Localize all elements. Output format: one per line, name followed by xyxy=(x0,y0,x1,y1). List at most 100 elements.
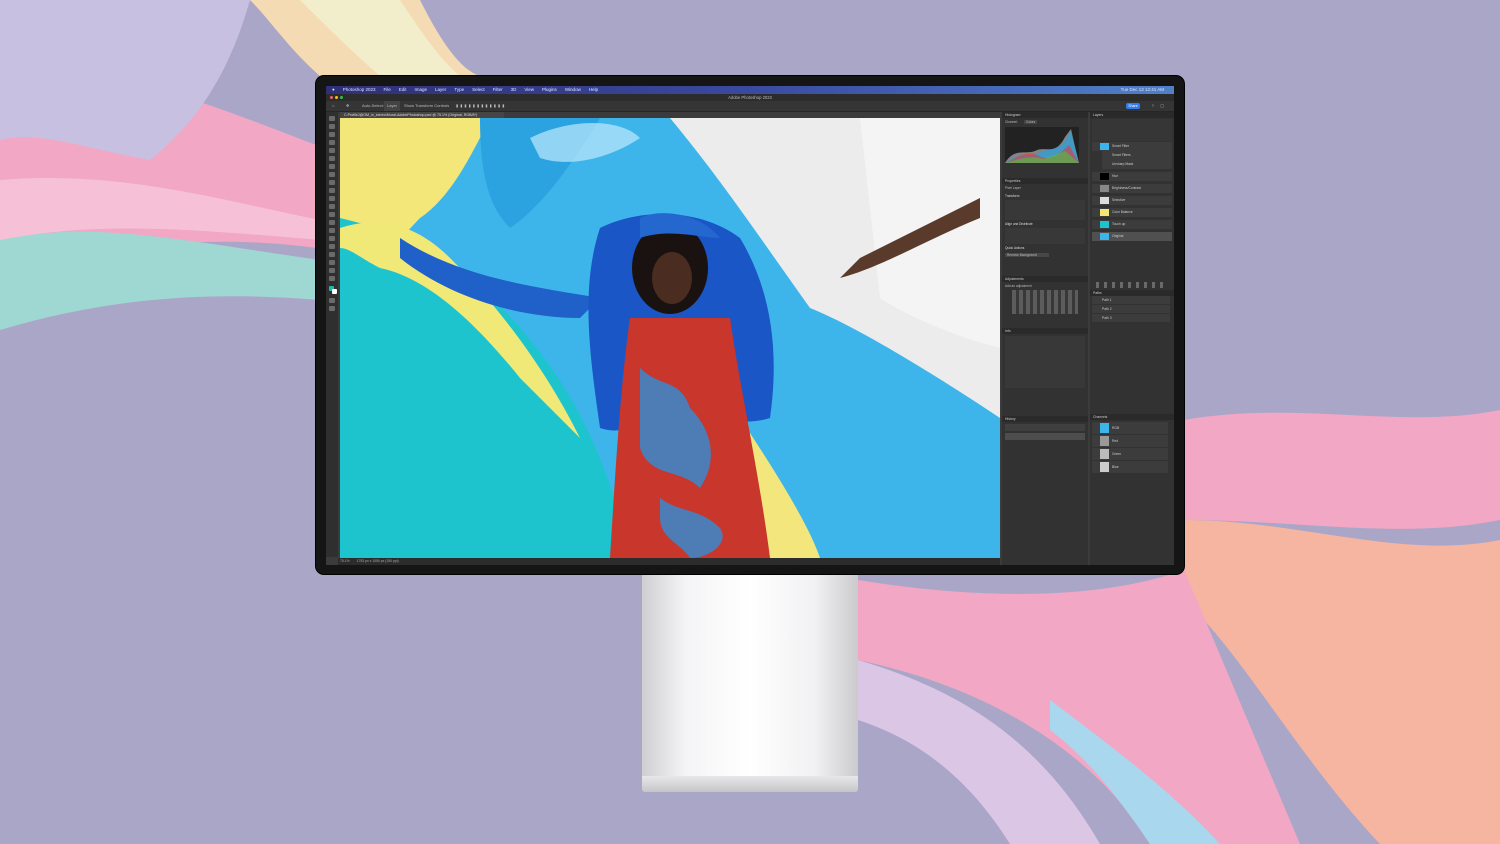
zoom-button[interactable] xyxy=(340,96,343,99)
status-bar: 75.1% 1753 px x 1050 px (150 ppi) xyxy=(338,558,1000,565)
layers-list: Smart Filter Smart Filters Unsharp Mask … xyxy=(1090,142,1174,242)
menu-plugins[interactable]: Plugins xyxy=(542,86,557,94)
blur-tool-icon[interactable] xyxy=(329,220,335,225)
channel-name: Green xyxy=(1112,452,1122,456)
path-name: Path 2 xyxy=(1102,307,1112,311)
auto-select-dropdown[interactable]: Layer xyxy=(384,101,401,111)
path-select-tool-icon[interactable] xyxy=(329,252,335,257)
align-icons[interactable]: ▮▮▮▮▮▮▮▮▮▮▮▮ xyxy=(456,101,506,111)
menu-filter[interactable]: Filter xyxy=(493,86,503,94)
zoom-level[interactable]: 75.1% xyxy=(340,559,350,563)
layer-row[interactable]: Hue xyxy=(1092,172,1172,181)
channel-name: Blue xyxy=(1112,465,1119,469)
menu-help[interactable]: Help xyxy=(589,86,598,94)
channel-row[interactable]: Red xyxy=(1092,435,1168,447)
menu-type[interactable]: Type xyxy=(454,86,464,94)
dodge-tool-icon[interactable] xyxy=(329,228,335,233)
transform-fields[interactable] xyxy=(1005,200,1085,220)
menu-edit[interactable]: Edit xyxy=(399,86,407,94)
quick-actions-section[interactable]: Quick Actions xyxy=(1002,244,1088,252)
channel-row[interactable]: Green xyxy=(1092,448,1168,460)
move-tool-icon[interactable] xyxy=(329,116,335,121)
layer-thumb xyxy=(1100,184,1109,192)
quick-select-tool-icon[interactable] xyxy=(329,140,335,145)
layer-thumb xyxy=(1100,172,1109,180)
layer-name: Color Balance xyxy=(1112,210,1133,214)
path-row[interactable]: Path 1 xyxy=(1092,296,1170,304)
adjustment-icons[interactable] xyxy=(1012,290,1078,314)
menu-app[interactable]: Photoshop 2023 xyxy=(343,86,376,94)
apple-icon[interactable]: ● xyxy=(332,86,335,94)
share-button[interactable]: Share xyxy=(1126,103,1140,109)
menu-3d[interactable]: 3D xyxy=(511,86,517,94)
type-tool-icon[interactable] xyxy=(329,244,335,249)
layers-footer-icons[interactable] xyxy=(1096,282,1168,288)
layer-name: Smart Filters xyxy=(1112,153,1131,157)
menubar-clock: Tue Dec 13 12:41 AM xyxy=(1120,87,1164,92)
show-transform-controls[interactable]: Show Transform Controls xyxy=(404,101,449,111)
layer-row[interactable]: Smart Filter xyxy=(1092,142,1172,151)
brush-tool-icon[interactable] xyxy=(329,180,335,185)
hand-tool-icon[interactable] xyxy=(329,268,335,273)
document-canvas[interactable] xyxy=(340,118,1000,558)
history-state-open[interactable] xyxy=(1005,424,1085,431)
layer-row-selected[interactable]: Original xyxy=(1092,232,1172,241)
layer-row[interactable]: Selective xyxy=(1092,196,1172,205)
clone-tool-icon[interactable] xyxy=(329,188,335,193)
transform-section[interactable]: Transform xyxy=(1002,192,1088,200)
channel-row[interactable]: Blue xyxy=(1092,461,1168,473)
close-button[interactable] xyxy=(330,96,333,99)
align-distribute-section[interactable]: Align and Distribute xyxy=(1002,220,1088,228)
layer-row[interactable]: Color Balance xyxy=(1092,208,1172,217)
layer-thumb xyxy=(1100,208,1109,216)
shape-tool-icon[interactable] xyxy=(329,260,335,265)
help-icon[interactable]: ? xyxy=(1152,101,1154,111)
home-icon[interactable]: ⌂ xyxy=(332,101,334,111)
menu-select[interactable]: Select xyxy=(472,86,485,94)
workspace-icon[interactable]: ▢ xyxy=(1160,101,1164,111)
background-color-swatch[interactable] xyxy=(332,289,337,294)
history-state-selected[interactable] xyxy=(1005,433,1085,440)
marquee-tool-icon[interactable] xyxy=(329,124,335,129)
channel-name: RGB xyxy=(1112,426,1120,430)
info-panel-tab[interactable]: Info xyxy=(1002,328,1088,334)
menu-layer[interactable]: Layer xyxy=(435,86,446,94)
window-controls xyxy=(330,96,343,99)
path-row[interactable]: Path 3 xyxy=(1092,314,1170,322)
layer-filter-controls[interactable] xyxy=(1092,119,1172,141)
zoom-tool-icon[interactable] xyxy=(329,276,335,281)
history-panel-tab[interactable]: History xyxy=(1002,416,1088,422)
layer-name: Selective xyxy=(1112,198,1126,202)
layer-name: Original xyxy=(1112,234,1124,238)
layer-row[interactable]: Touch up xyxy=(1092,220,1172,229)
layer-row[interactable]: Brightness/Contrast xyxy=(1092,184,1172,193)
screen-mode-icon[interactable] xyxy=(329,306,335,311)
path-row[interactable]: Path 2 xyxy=(1092,305,1170,313)
frame-tool-icon[interactable] xyxy=(329,156,335,161)
healing-tool-icon[interactable] xyxy=(329,172,335,177)
minimize-button[interactable] xyxy=(335,96,338,99)
history-brush-tool-icon[interactable] xyxy=(329,196,335,201)
lasso-tool-icon[interactable] xyxy=(329,132,335,137)
gradient-tool-icon[interactable] xyxy=(329,212,335,217)
canvas-photo xyxy=(340,118,1000,558)
channel-row[interactable]: RGB xyxy=(1092,422,1168,434)
menu-image[interactable]: Image xyxy=(415,86,428,94)
crop-tool-icon[interactable] xyxy=(329,148,335,153)
layer-row[interactable]: Unsharp Mask xyxy=(1102,160,1172,169)
menu-window[interactable]: Window xyxy=(565,86,581,94)
layer-name: Hue xyxy=(1112,174,1119,178)
quick-mask-icon[interactable] xyxy=(329,298,335,303)
remove-background-button[interactable]: Remove Background xyxy=(1005,253,1049,257)
move-tool-icon[interactable]: ✥ xyxy=(346,101,349,111)
pen-tool-icon[interactable] xyxy=(329,236,335,241)
layers-panel-tab[interactable]: Layers xyxy=(1090,112,1174,118)
eraser-tool-icon[interactable] xyxy=(329,204,335,209)
menu-view[interactable]: View xyxy=(524,86,534,94)
channel-dropdown[interactable]: Colors xyxy=(1024,120,1038,124)
menu-file[interactable]: File xyxy=(384,86,391,94)
align-buttons[interactable] xyxy=(1005,228,1085,244)
layer-thumb xyxy=(1100,220,1109,228)
eyedropper-tool-icon[interactable] xyxy=(329,164,335,169)
layer-row[interactable]: Smart Filters xyxy=(1102,151,1172,160)
